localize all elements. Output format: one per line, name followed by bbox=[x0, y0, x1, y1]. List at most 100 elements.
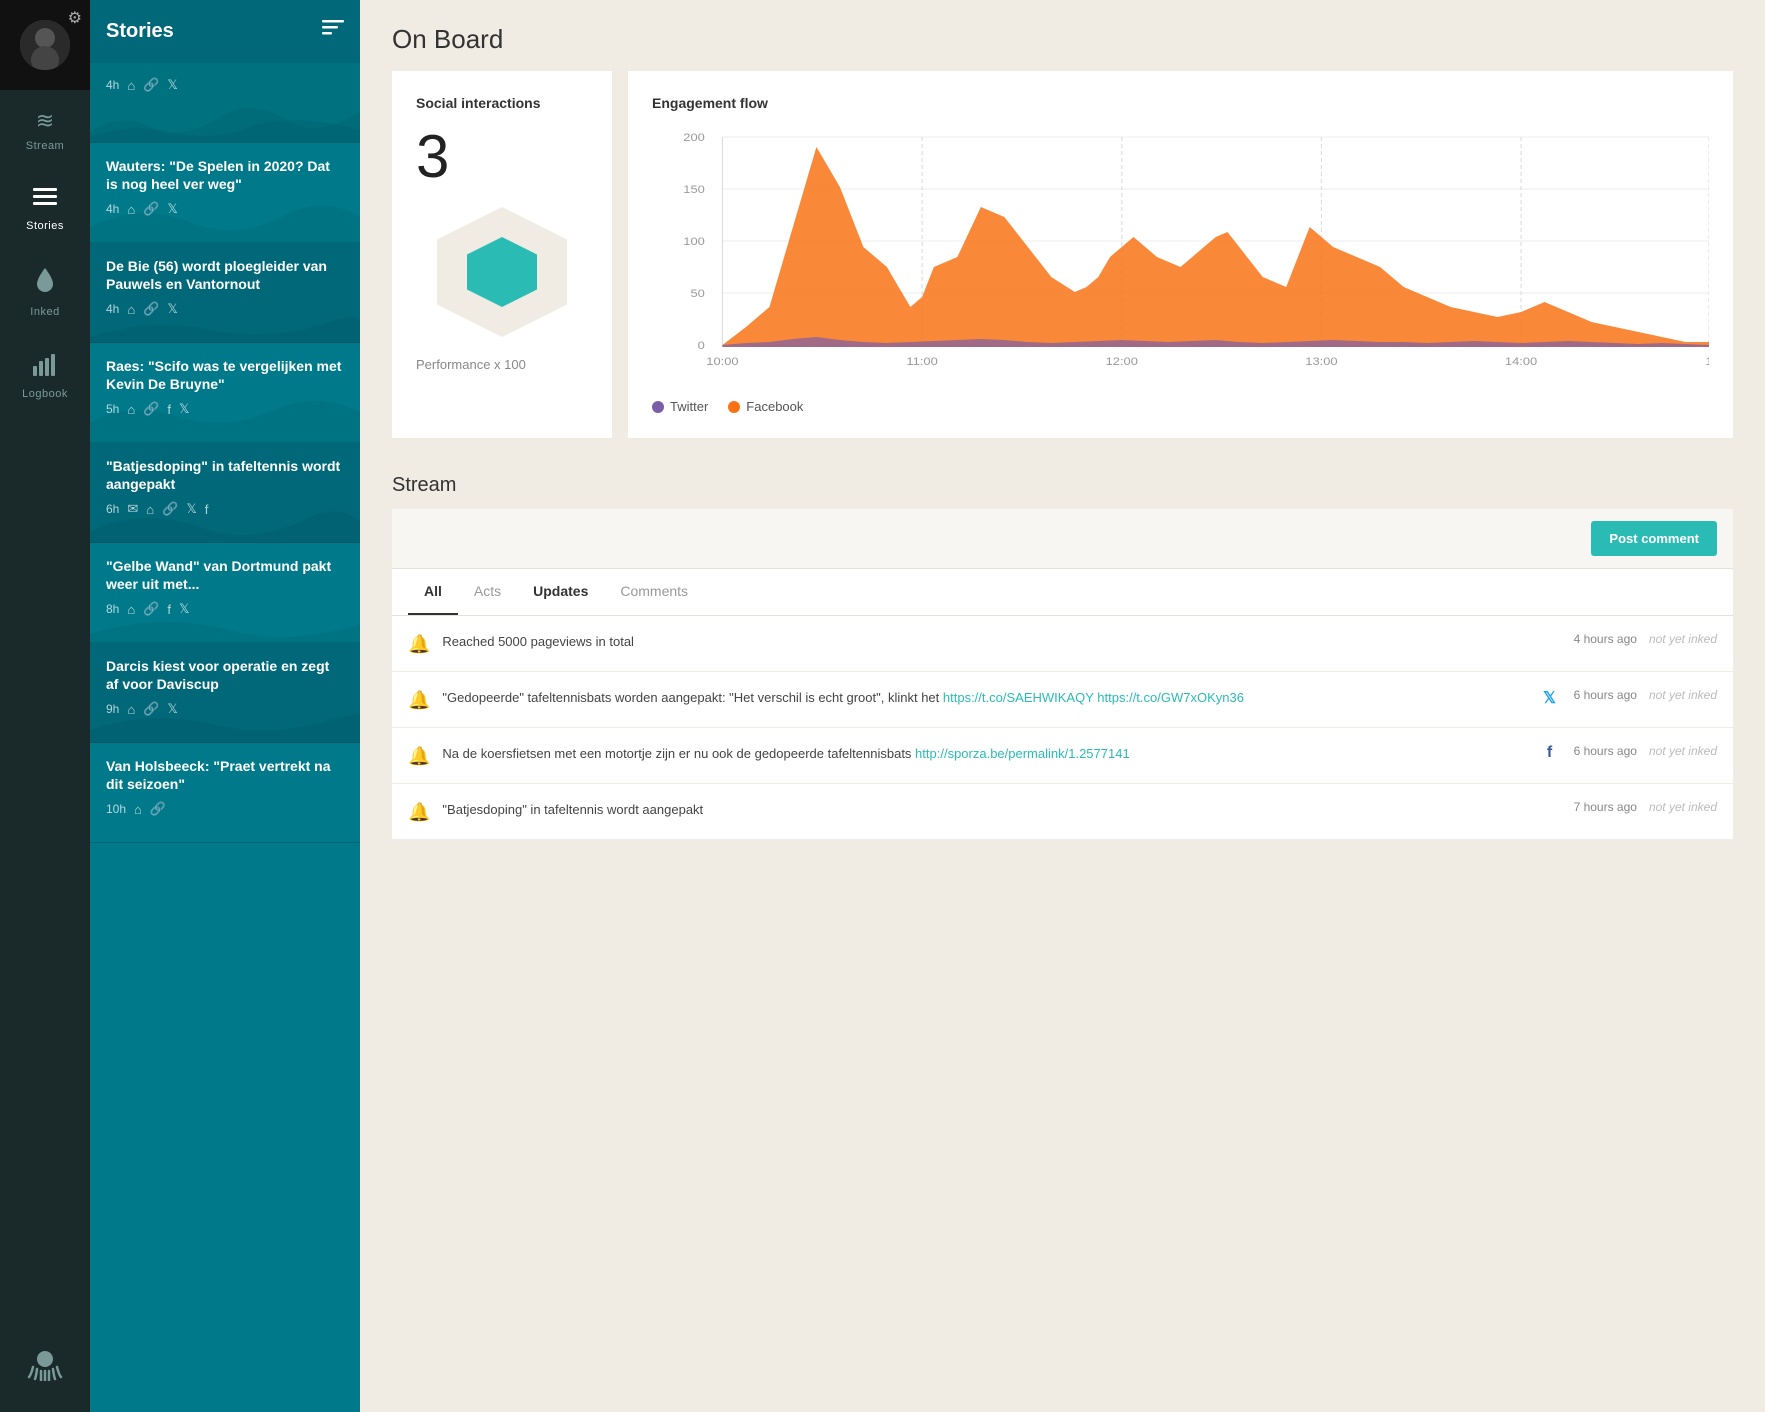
bell-icon: 🔔 bbox=[408, 746, 430, 767]
twitter-icon: 𝕏 bbox=[167, 701, 177, 717]
story-title: De Bie (56) wordt ploegleider van Pauwel… bbox=[106, 257, 344, 293]
chart-area: 200 150 100 50 0 bbox=[652, 127, 1709, 387]
svg-text:0: 0 bbox=[698, 339, 706, 352]
email-icon: ✉ bbox=[127, 501, 138, 517]
filter-icon[interactable] bbox=[322, 20, 344, 43]
link-icon: 🔗 bbox=[143, 77, 159, 93]
stream-entries: 🔔 Reached 5000 pageviews in total 4 hour… bbox=[392, 616, 1733, 840]
link-3[interactable]: http://sporza.be/permalink/1.2577141 bbox=[915, 746, 1130, 761]
engagement-flow-card: Engagement flow 200 150 100 50 0 bbox=[628, 71, 1733, 438]
hexagon-visual bbox=[416, 207, 588, 337]
home-icon: ⌂ bbox=[146, 502, 154, 517]
inked-icon bbox=[35, 268, 55, 300]
facebook-legend: Facebook bbox=[728, 399, 803, 414]
hex-outer bbox=[437, 207, 567, 337]
svg-text:50: 50 bbox=[690, 287, 705, 300]
svg-text:12:00: 12:00 bbox=[1106, 355, 1139, 368]
link-icon: 🔗 bbox=[143, 401, 159, 417]
story-item[interactable]: Raes: "Scifo was te vergelijken met Kevi… bbox=[90, 343, 360, 443]
stream-content: Post comment All Acts Updates Comments 🔔… bbox=[392, 509, 1733, 840]
svg-text:150: 150 bbox=[683, 183, 705, 196]
gear-icon[interactable]: ⚙ bbox=[68, 8, 82, 28]
stream-inked-status: not yet inked bbox=[1649, 744, 1717, 758]
link-icon: 🔗 bbox=[143, 601, 159, 617]
story-title: Van Holsbeeck: "Praet vertrekt na dit se… bbox=[106, 757, 344, 793]
facebook-source-icon: f bbox=[1538, 744, 1562, 762]
home-icon: ⌂ bbox=[127, 602, 135, 617]
home-icon: ⌂ bbox=[127, 302, 135, 317]
twitter-dot bbox=[652, 401, 664, 413]
social-number: 3 bbox=[416, 127, 588, 187]
tab-comments[interactable]: Comments bbox=[604, 569, 704, 615]
link-2[interactable]: https://t.co/GW7xOKyn36 bbox=[1097, 690, 1244, 705]
story-title: Raes: "Scifo was te vergelijken met Kevi… bbox=[106, 357, 344, 393]
bell-icon: 🔔 bbox=[408, 634, 430, 655]
home-icon: ⌂ bbox=[127, 402, 135, 417]
link-1[interactable]: https://t.co/SAEHWIKAQY bbox=[943, 690, 1094, 705]
twitter-source-icon: 𝕏 bbox=[1538, 688, 1562, 708]
stream-entry-text: Reached 5000 pageviews in total bbox=[442, 632, 1525, 652]
stream-entry: 🔔 "Gedopeerde" tafeltennisbats worden aa… bbox=[392, 672, 1733, 728]
stream-entry-text: Na de koersfietsen met een motortje zijn… bbox=[442, 744, 1525, 764]
story-item[interactable]: "Batjesdoping" in tafeltennis wordt aang… bbox=[90, 443, 360, 543]
sidebar-item-label: Inked bbox=[30, 306, 59, 318]
stream-time: 7 hours ago bbox=[1574, 800, 1637, 814]
story-time: 5h bbox=[106, 402, 119, 416]
story-item[interactable]: De Bie (56) wordt ploegleider van Pauwel… bbox=[90, 243, 360, 343]
story-time: 9h bbox=[106, 702, 119, 716]
twitter-icon: 𝕏 bbox=[167, 201, 177, 217]
tab-all[interactable]: All bbox=[408, 569, 458, 615]
logbook-icon bbox=[33, 354, 57, 382]
home-icon: ⌂ bbox=[127, 702, 135, 717]
link-icon: 🔗 bbox=[143, 301, 159, 317]
stream-entry-text: "Gedopeerde" tafeltennisbats worden aang… bbox=[442, 688, 1525, 708]
stream-inked-status: not yet inked bbox=[1649, 632, 1717, 646]
stories-header: Stories bbox=[90, 0, 360, 63]
story-item[interactable]: Van Holsbeeck: "Praet vertrekt na dit se… bbox=[90, 743, 360, 843]
tab-acts[interactable]: Acts bbox=[458, 569, 517, 615]
sidebar-item-stream[interactable]: ≋ Stream bbox=[0, 90, 90, 170]
story-item[interactable]: Darcis kiest voor operatie en zegt af vo… bbox=[90, 643, 360, 743]
sidebar-item-logbook[interactable]: Logbook bbox=[0, 336, 90, 418]
twitter-legend: Twitter bbox=[652, 399, 708, 414]
stream-icon: ≋ bbox=[36, 108, 54, 134]
story-time: 6h bbox=[106, 502, 119, 516]
story-time: 10h bbox=[106, 802, 126, 816]
stream-inked-status: not yet inked bbox=[1649, 800, 1717, 814]
svg-text:1: 1 bbox=[1705, 355, 1709, 368]
story-item[interactable]: 4h ⌂ 🔗 𝕏 bbox=[90, 63, 360, 143]
stream-top-bar: Post comment bbox=[392, 509, 1733, 569]
svg-text:14:00: 14:00 bbox=[1505, 355, 1538, 368]
facebook-dot bbox=[728, 401, 740, 413]
story-item[interactable]: Wauters: "De Spelen in 2020? Dat is nog … bbox=[90, 143, 360, 243]
story-time: 8h bbox=[106, 602, 119, 616]
brand-logo bbox=[0, 1327, 90, 1412]
stories-icon bbox=[33, 188, 57, 214]
stream-inked-status: not yet inked bbox=[1649, 688, 1717, 702]
page-title-bar: On Board bbox=[360, 0, 1765, 71]
facebook-icon: f bbox=[167, 602, 171, 617]
story-title: "Batjesdoping" in tafeltennis wordt aang… bbox=[106, 457, 344, 493]
dashboard-row: Social interactions 3 Performance x 100 … bbox=[360, 71, 1765, 458]
stream-tabs: All Acts Updates Comments bbox=[392, 569, 1733, 616]
facebook-icon: f bbox=[167, 402, 171, 417]
stream-time: 6 hours ago bbox=[1574, 744, 1637, 758]
tab-updates[interactable]: Updates bbox=[517, 569, 604, 615]
svg-text:10:00: 10:00 bbox=[706, 355, 739, 368]
sidebar-item-inked[interactable]: Inked bbox=[0, 250, 90, 336]
avatar[interactable] bbox=[20, 20, 70, 70]
left-navigation: ⚙ ≋ Stream Stories Inked bbox=[0, 0, 90, 1412]
post-comment-button[interactable]: Post comment bbox=[1591, 521, 1717, 556]
home-icon: ⌂ bbox=[134, 802, 142, 817]
story-item[interactable]: "Gelbe Wand" van Dortmund pakt weer uit … bbox=[90, 543, 360, 643]
svg-text:200: 200 bbox=[683, 131, 705, 144]
facebook-label: Facebook bbox=[746, 399, 803, 414]
twitter-icon: 𝕏 bbox=[167, 301, 177, 317]
sidebar-item-stories[interactable]: Stories bbox=[0, 170, 90, 250]
stream-time: 4 hours ago bbox=[1574, 632, 1637, 646]
link-icon: 🔗 bbox=[143, 701, 159, 717]
link-icon: 🔗 bbox=[150, 801, 166, 817]
social-card-title: Social interactions bbox=[416, 95, 588, 111]
sidebar-item-label: Stream bbox=[26, 140, 64, 152]
page-title: On Board bbox=[392, 24, 1733, 55]
